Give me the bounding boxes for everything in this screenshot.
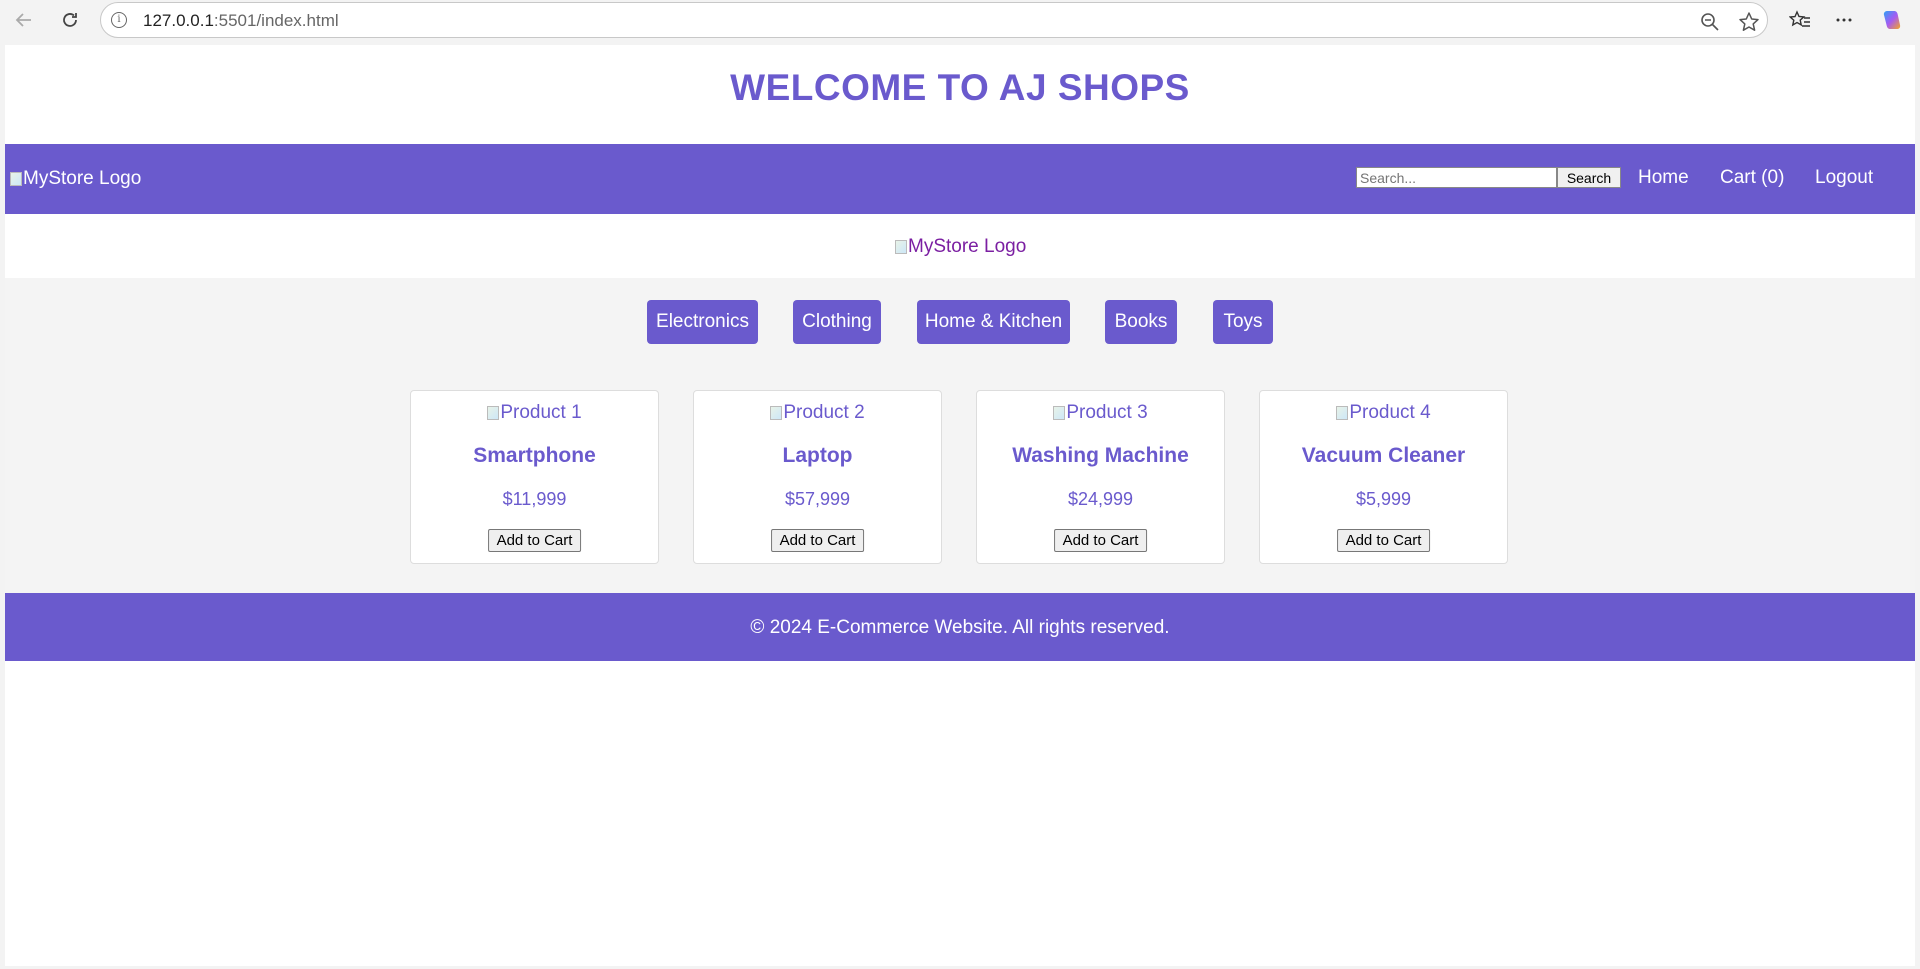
search-button[interactable]: Search bbox=[1557, 167, 1621, 188]
broken-image-icon bbox=[895, 240, 907, 254]
product-card: Product 3 Washing Machine $24,999 Add to… bbox=[976, 390, 1225, 564]
product-image: Product 4 bbox=[1260, 402, 1507, 424]
page-viewport: WELCOME TO AJ SHOPS MyStore Logo Search … bbox=[5, 45, 1915, 966]
star-icon[interactable] bbox=[1737, 10, 1761, 34]
add-to-cart-button[interactable]: Add to Cart bbox=[487, 529, 582, 552]
category-toys[interactable]: Toys bbox=[1213, 300, 1273, 344]
product-price: $57,999 bbox=[784, 489, 851, 509]
category-home-kitchen[interactable]: Home & Kitchen bbox=[917, 300, 1070, 344]
page-title: WELCOME TO AJ SHOPS bbox=[730, 67, 1190, 108]
more-icon[interactable] bbox=[1830, 6, 1858, 34]
add-to-cart-button[interactable]: Add to Cart bbox=[770, 529, 865, 552]
favorites-icon[interactable] bbox=[1786, 6, 1814, 34]
product-image: Product 1 bbox=[411, 402, 658, 424]
add-to-cart-button[interactable]: Add to Cart bbox=[1336, 529, 1431, 552]
broken-image-icon bbox=[1336, 406, 1349, 420]
product-card: Product 4 Vacuum Cleaner $5,999 Add to C… bbox=[1259, 390, 1508, 564]
banner-logo[interactable]: MyStore Logo bbox=[895, 236, 1026, 258]
category-clothing[interactable]: Clothing bbox=[793, 300, 881, 344]
product-price: $24,999 bbox=[1067, 489, 1134, 509]
reload-icon[interactable] bbox=[56, 6, 84, 34]
search-input[interactable] bbox=[1356, 167, 1557, 188]
add-to-cart-button[interactable]: Add to Cart bbox=[1053, 529, 1148, 552]
store-logo[interactable]: MyStore Logo bbox=[10, 168, 141, 190]
category-electronics[interactable]: Electronics bbox=[647, 300, 758, 344]
product-card: Product 2 Laptop $57,999 Add to Cart bbox=[693, 390, 942, 564]
footer-copyright: © 2024 E-Commerce Website. All rights re… bbox=[750, 617, 1170, 638]
store-logo-alt-text: MyStore Logo bbox=[23, 168, 142, 189]
product-name: Vacuum Cleaner bbox=[1301, 444, 1466, 467]
back-arrow-icon[interactable] bbox=[10, 6, 38, 34]
broken-image-icon bbox=[487, 406, 500, 420]
nav-link-cart[interactable]: Cart (0) bbox=[1720, 167, 1784, 189]
product-price: $11,999 bbox=[502, 489, 567, 509]
broken-image-icon bbox=[770, 406, 783, 420]
product-name: Laptop bbox=[782, 444, 853, 467]
nav-link-logout[interactable]: Logout bbox=[1815, 167, 1873, 189]
category-books[interactable]: Books bbox=[1105, 300, 1177, 344]
zoom-out-icon[interactable] bbox=[1698, 10, 1722, 34]
navbar: MyStore Logo Search Home Cart (0) Logout bbox=[5, 144, 1915, 214]
product-name: Washing Machine bbox=[1012, 444, 1189, 467]
product-image: Product 3 bbox=[977, 402, 1224, 424]
url-text[interactable]: 127.0.0.1:5501/index.html bbox=[143, 11, 339, 31]
copilot-icon[interactable] bbox=[1878, 6, 1906, 34]
broken-image-icon bbox=[1053, 406, 1066, 420]
info-icon[interactable]: i bbox=[111, 12, 127, 28]
browser-toolbar: i 127.0.0.1:5501/index.html bbox=[0, 0, 1920, 40]
site-footer: © 2024 E-Commerce Website. All rights re… bbox=[5, 593, 1915, 661]
main-content: Electronics Clothing Home & Kitchen Book… bbox=[5, 278, 1915, 593]
product-price: $5,999 bbox=[1355, 489, 1412, 509]
site-header: WELCOME TO AJ SHOPS bbox=[5, 45, 1915, 144]
product-image: Product 2 bbox=[694, 402, 941, 424]
product-card: Product 1 Smartphone $11,999 Add to Cart bbox=[410, 390, 659, 564]
logo-banner: MyStore Logo bbox=[5, 214, 1915, 278]
search-form: Search bbox=[1356, 167, 1621, 188]
nav-link-home[interactable]: Home bbox=[1638, 167, 1689, 189]
address-bar[interactable]: i 127.0.0.1:5501/index.html bbox=[100, 2, 1768, 38]
product-name: Smartphone bbox=[473, 444, 596, 467]
broken-image-icon bbox=[10, 172, 22, 186]
banner-logo-alt-text: MyStore Logo bbox=[908, 236, 1027, 257]
